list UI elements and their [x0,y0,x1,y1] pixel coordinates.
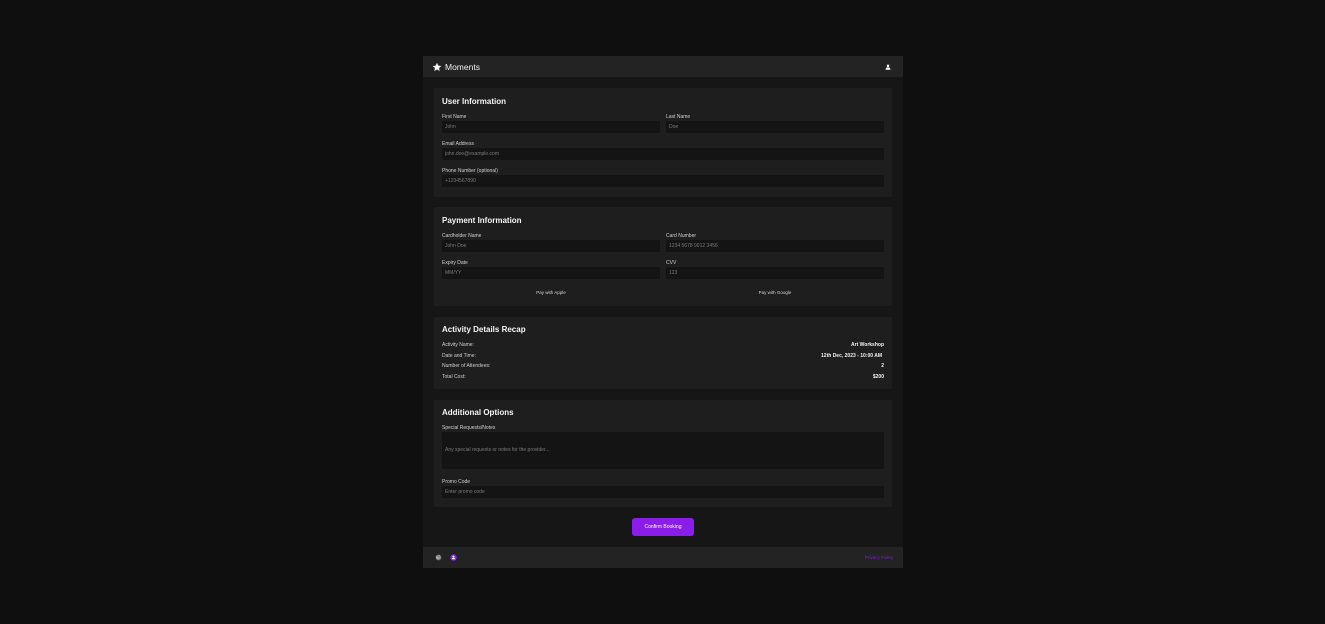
activity-recap-card: Activity Details Recap Activity Name: Ar… [434,317,892,389]
profile-icon[interactable] [450,554,457,561]
recap-label: Number of Attendees: [442,363,491,369]
promo-code-label: Promo Code [442,479,471,485]
brand[interactable]: Moments [432,62,480,72]
email-label: Email Address [442,141,474,147]
user-information-card: User Information First Name Last Name Em… [434,88,892,197]
globe-icon[interactable] [435,554,442,561]
user-icon[interactable] [883,62,893,72]
last-name-label: Last Name [666,114,691,120]
confirm-booking-button[interactable]: Confirm Booking [632,518,694,536]
card-number-label: Card Number [666,233,697,239]
additional-options-card: Additional Options Special Requests/Note… [434,400,892,507]
cvv-input[interactable] [666,267,884,279]
card-number-input[interactable] [666,240,884,252]
recap-value: 12th Dec, 2023 - 10:00 AM [821,353,882,359]
footer-icons [435,554,457,561]
notes-label: Special Requests/Notes [442,425,496,431]
recap-label: Date and Time: [442,353,476,359]
recap-value: 2 [881,363,884,369]
phone-label: Phone Number (optional) [442,168,498,174]
payment-information-title: Payment Information [442,216,522,225]
cardholder-input[interactable] [442,240,660,252]
first-name-input[interactable] [442,121,660,133]
promo-code-input[interactable] [442,486,884,498]
top-bar: Moments [423,56,903,77]
privacy-policy-link[interactable]: Privacy Policy [865,555,893,560]
app-title: Moments [445,61,480,72]
payment-information-card: Payment Information Cardholder Name Card… [434,207,892,306]
cardholder-label: Cardholder Name [442,233,482,239]
user-information-title: User Information [442,97,507,106]
expiry-label: Expiry Date [442,260,468,266]
notes-textarea[interactable] [442,432,884,469]
recap-label: Activity Name: [442,342,474,348]
app-window: Moments User Information First Name Last… [423,56,903,568]
last-name-input[interactable] [666,121,884,133]
recap-row-total: Total Cost: $200 [442,373,884,381]
first-name-label: First Name [442,114,467,120]
footer: Privacy Policy [423,547,903,568]
expiry-input[interactable] [442,267,660,279]
recap-label: Total Cost: [442,374,466,380]
email-input[interactable] [442,148,884,160]
activity-recap-title: Activity Details Recap [442,325,526,334]
star-icon [432,62,442,72]
additional-options-title: Additional Options [442,408,514,417]
recap-value: $200 [872,374,884,380]
pay-with-google-button[interactable]: Pay with Google [666,287,884,297]
cvv-label: CVV [666,260,677,266]
pay-with-apple-button[interactable]: Pay with Apple [442,287,660,297]
phone-input[interactable] [442,175,884,187]
recap-row-attendees: Number of Attendees: 2 [442,362,884,370]
recap-row-date: Date and Time: 12th Dec, 2023 - 10:00 AM [442,352,884,360]
recap-row-activity: Activity Name: Art Workshop [442,341,884,349]
recap-value: Art Workshop [851,342,884,348]
